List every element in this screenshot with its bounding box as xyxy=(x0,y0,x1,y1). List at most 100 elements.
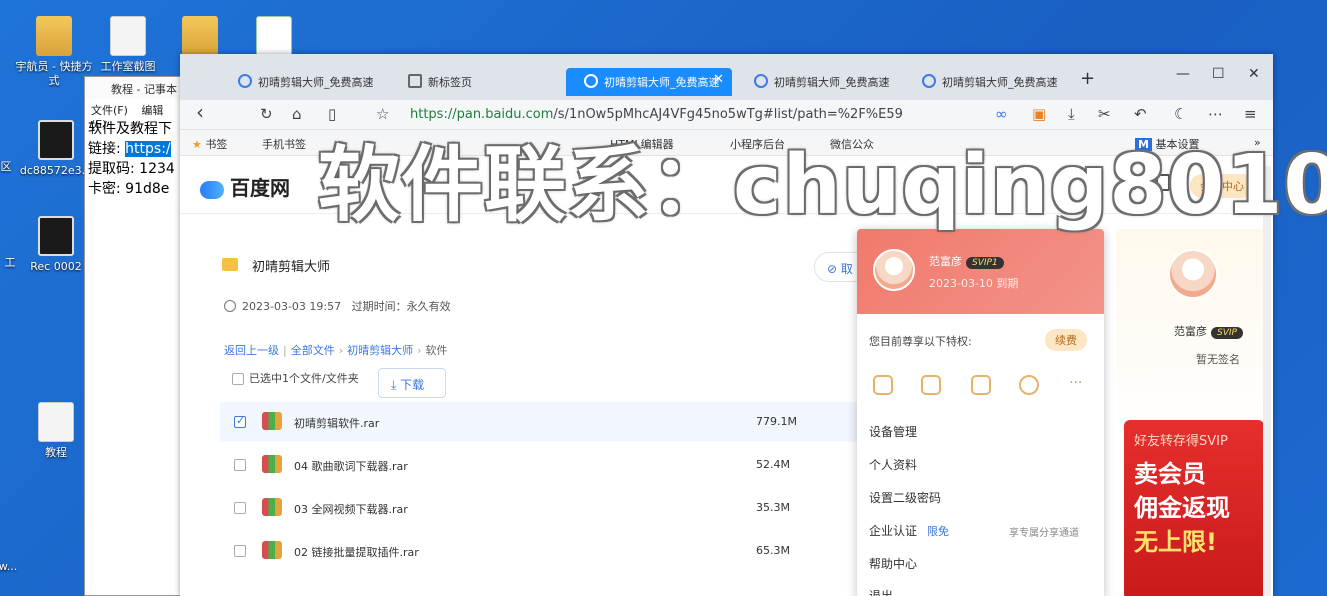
file-name[interactable]: 03 全网视频下载器.rar xyxy=(294,501,408,517)
file-size: 35.3M xyxy=(756,501,790,514)
renew-button[interactable]: 续费 xyxy=(1045,329,1087,351)
menu-device-management[interactable]: 设备管理 xyxy=(869,423,917,440)
document-icon xyxy=(38,402,74,442)
user-side-card: 范富彦 SVIP 暂无签名 xyxy=(1116,229,1266,439)
privilege-speed-icon[interactable] xyxy=(1019,375,1039,395)
table-row[interactable]: 02 链接批量提取插件.rar 65.3M xyxy=(220,531,860,571)
privilege-download-icon[interactable] xyxy=(921,375,941,395)
desktop-icon-edge-2[interactable]: 工 xyxy=(0,256,50,270)
tab-bar: 初晴剪辑大师_免费高速 新标签页 初晴剪辑大师_免费高速 ✕ 初晴剪辑大师_免费高… xyxy=(180,54,1273,100)
cloud-icon xyxy=(238,74,252,88)
maximize-icon[interactable]: ☐ xyxy=(1212,66,1225,82)
tab-newtab[interactable]: 新标签页 xyxy=(390,68,550,96)
table-row[interactable]: 03 全网视频下载器.rar 35.3M xyxy=(220,488,860,528)
back-icon[interactable]: ‹ xyxy=(196,100,204,124)
notepad-line-3: 提取码: 1234 xyxy=(88,161,175,177)
menu-second-password[interactable]: 设置二级密码 xyxy=(869,489,941,506)
promo-line-3: 佣金返现 xyxy=(1134,494,1230,522)
file-name[interactable]: 02 链接批量提取插件.rar xyxy=(294,544,419,560)
table-row[interactable]: 04 歌曲歌词下载器.rar 52.4M xyxy=(220,445,860,485)
folder-icon xyxy=(36,16,72,56)
desktop-icon-edge-3[interactable]: w... xyxy=(0,560,48,574)
side-username: 范富彦 SVIP xyxy=(1174,323,1243,339)
folder-icon xyxy=(182,16,218,56)
selection-bar: 已选中1个文件/文件夹 xyxy=(232,370,359,386)
crumb-back[interactable]: 返回上一级 xyxy=(224,344,279,357)
reload-icon[interactable]: ↻ xyxy=(260,105,273,123)
cloud-icon xyxy=(922,74,936,88)
rar-file-icon xyxy=(262,498,282,516)
cloud-icon xyxy=(754,74,768,88)
download-button[interactable]: ⤓ 下载 xyxy=(378,368,446,398)
folder-title: 初晴剪辑大师 xyxy=(252,260,331,275)
svip-badge: SVIP xyxy=(1211,327,1243,339)
star-icon: ★ xyxy=(192,138,202,151)
file-size: 52.4M xyxy=(756,458,790,471)
file-size: 65.3M xyxy=(756,544,790,557)
crumb-folder[interactable]: 初晴剪辑大师 xyxy=(347,344,413,357)
download-icon: ⤓ xyxy=(391,378,397,392)
tab-4[interactable]: 初晴剪辑大师_免费高速 xyxy=(736,68,896,96)
bookmark-star[interactable]: ★ 书签 xyxy=(192,136,227,152)
crumb-all[interactable]: 全部文件 xyxy=(291,344,335,357)
privilege-video-icon[interactable] xyxy=(971,375,991,395)
rar-file-icon xyxy=(262,541,282,559)
close-window-icon[interactable]: ✕ xyxy=(1248,66,1260,82)
video-file-icon xyxy=(38,216,74,256)
selected-link[interactable]: https:/ xyxy=(125,141,171,157)
enterprise-hint: 享专属分享通道 xyxy=(1009,528,1079,539)
menu-logout[interactable]: 退出 xyxy=(869,587,893,596)
avatar[interactable] xyxy=(873,249,915,291)
block-icon: ⊘ xyxy=(827,262,838,276)
select-all-checkbox[interactable] xyxy=(232,373,244,385)
minimize-icon[interactable]: — xyxy=(1176,66,1190,82)
row-checkbox[interactable] xyxy=(234,414,246,428)
tab-active[interactable]: 初晴剪辑大师_免费高速 ✕ xyxy=(566,68,732,96)
privilege-chart-icon[interactable] xyxy=(873,375,893,395)
notepad-line-2: 链接: https:/ xyxy=(88,141,171,157)
promo-banner[interactable]: 好友转存得SVIP 卖会员 佣金返现 无上限! xyxy=(1124,420,1264,596)
free-tag: 限免 xyxy=(927,525,950,538)
folder-icon xyxy=(222,258,238,271)
table-row[interactable]: 初晴剪辑软件.rar 779.1M xyxy=(220,402,860,442)
promo-line-4: 无上限! xyxy=(1134,528,1217,556)
desktop-icon-edge-1[interactable]: 区 xyxy=(0,160,46,174)
file-size: 779.1M xyxy=(756,415,797,428)
more-privileges-icon[interactable]: ··· xyxy=(1069,375,1082,391)
notepad-title: 教程 - 记事本 xyxy=(85,77,193,99)
spreadsheet-icon xyxy=(256,16,292,56)
menu-enterprise-cert[interactable]: 企业认证 限免 xyxy=(869,522,949,539)
clock-icon xyxy=(224,300,236,312)
privileges-label: 您目前尊享以下特权: xyxy=(869,335,972,348)
promo-line-1: 好友转存得SVIP xyxy=(1134,434,1228,449)
notepad-window[interactable]: 教程 - 记事本 文件(F) 编辑(E) 软件及教程下 链接: https:/ … xyxy=(84,76,194,596)
row-checkbox[interactable] xyxy=(234,545,246,557)
share-meta: 2023-03-03 19:57 过期时间：永久有效 xyxy=(242,300,451,313)
breadcrumb: 返回上一级 | 全部文件 › 初晴剪辑大师 › 软件 xyxy=(224,344,448,357)
avatar[interactable] xyxy=(1168,249,1218,299)
home-icon[interactable]: ⌂ xyxy=(292,105,302,123)
desktop-icon-doc[interactable]: 工作室截图 xyxy=(88,16,168,74)
close-tab-icon[interactable]: ✕ xyxy=(713,72,724,87)
tab-5[interactable]: 初晴剪辑大师_免费高速 xyxy=(904,68,1064,96)
row-checkbox[interactable] xyxy=(234,459,246,471)
crumb-current: 软件 xyxy=(425,344,448,357)
desktop-icon-astronaut[interactable]: 宇航员 - 快捷方式 xyxy=(14,16,94,88)
menu-profile[interactable]: 个人资料 xyxy=(869,456,917,473)
file-name[interactable]: 04 歌曲歌词下载器.rar xyxy=(294,458,408,474)
tab-1[interactable]: 初晴剪辑大师_免费高速 xyxy=(220,68,380,96)
file-name[interactable]: 初晴剪辑软件.rar xyxy=(294,415,379,431)
notepad-line-1: 软件及教程下 xyxy=(88,121,172,137)
bookmark-mobile[interactable]: 手机书签 xyxy=(262,136,306,152)
rar-file-icon xyxy=(262,412,282,430)
popup-header: 范富彦 SVIP1 2023-03-10 到期 xyxy=(857,229,1104,314)
new-tab-button[interactable]: + xyxy=(1080,68,1095,89)
row-checkbox[interactable] xyxy=(234,502,246,514)
cloud-icon xyxy=(584,74,598,88)
menu-help[interactable]: 帮助中心 xyxy=(869,555,917,572)
baidu-logo[interactable]: 百度网 xyxy=(200,172,290,201)
notepad-line-4: 卡密: 91d8e xyxy=(88,181,170,197)
svip-badge: SVIP1 xyxy=(966,257,1004,269)
menu-file[interactable]: 文件(F) xyxy=(91,104,128,117)
promo-line-2: 卖会员 xyxy=(1134,460,1206,488)
